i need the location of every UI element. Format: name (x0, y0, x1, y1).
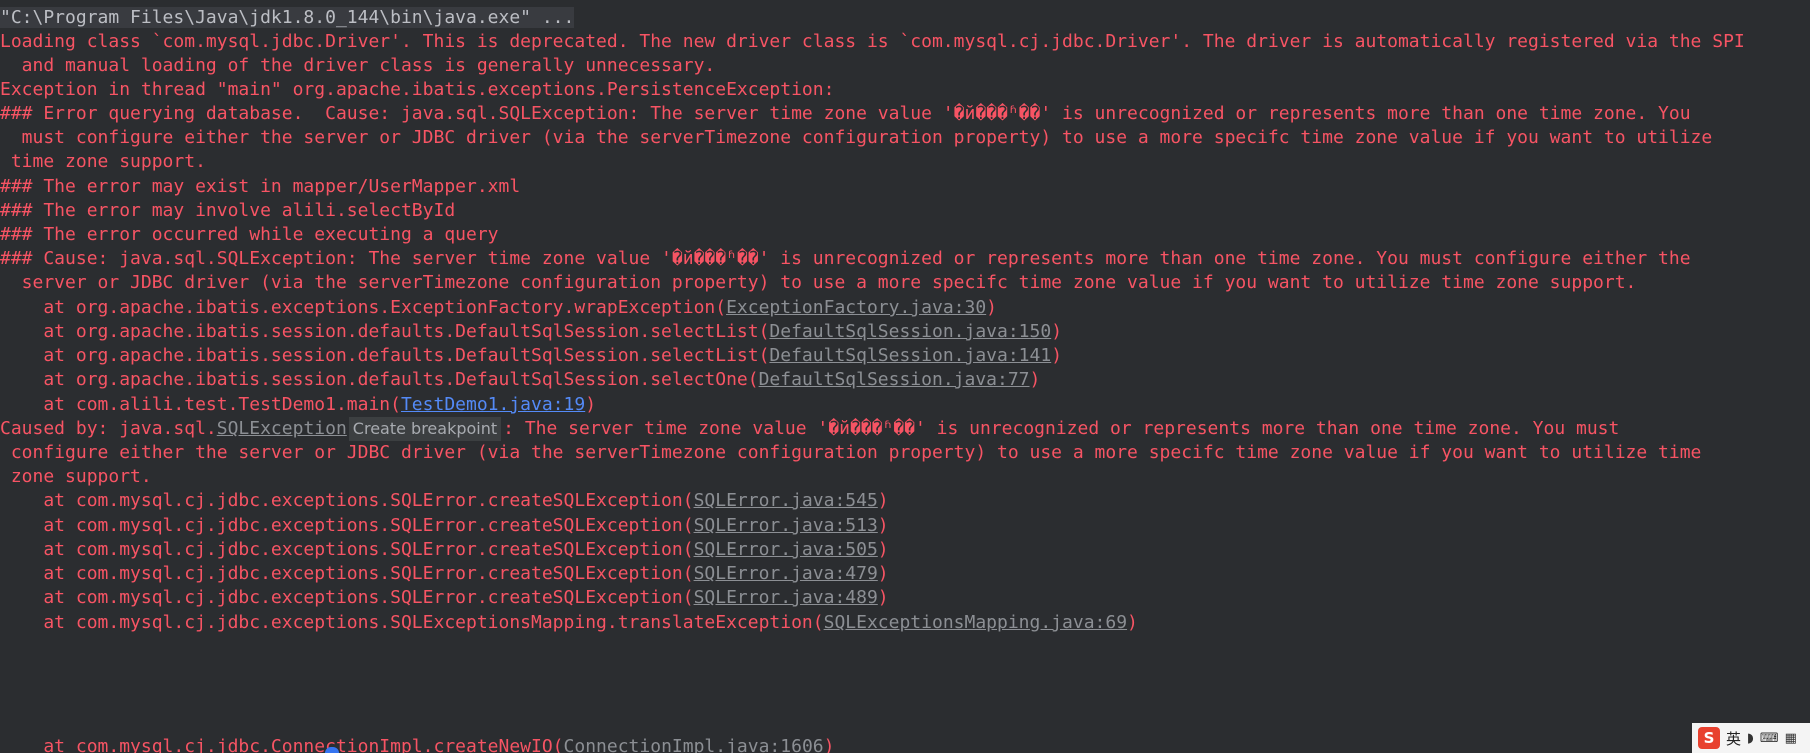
stack-frame: at com.mysql.cj.jdbc.ConnectionImpl.crea… (0, 733, 834, 753)
stack-frame-text: at com.mysql.cj.jdbc.exceptions.SQLError… (0, 490, 694, 511)
close-paren: ) (823, 736, 835, 753)
console-line: server or JDBC driver (via the serverTim… (0, 272, 1637, 293)
source-link[interactable]: SQLError.java:545 (694, 490, 878, 511)
source-link[interactable]: SQLError.java:513 (694, 515, 878, 536)
console-line: time zone support. (0, 151, 206, 172)
source-link[interactable]: ConnectionImpl.java:1606 (564, 736, 824, 753)
close-paren: ) (877, 563, 889, 584)
close-paren: ) (1127, 612, 1138, 633)
close-paren: ) (1051, 345, 1063, 366)
close-paren: ) (585, 394, 597, 415)
source-link[interactable]: SQLError.java:505 (694, 539, 878, 560)
exception-class-link[interactable]: SQLException (217, 418, 347, 439)
stack-frame-text: at com.mysql.cj.jdbc.exceptions.SQLError… (0, 515, 694, 536)
stack-frame-text: at org.apache.ibatis.exceptions.Exceptio… (0, 297, 727, 318)
close-paren: ) (877, 587, 889, 608)
stack-frame-text: at org.apache.ibatis.session.defaults.De… (0, 345, 770, 366)
source-link[interactable]: SQLExceptionsMapping.java:69 (824, 612, 1127, 633)
moon-punct-icon[interactable]: ◗ (1747, 731, 1754, 746)
caused-by-prefix: Caused by: java.sql. (0, 418, 217, 439)
source-link[interactable]: DefaultSqlSession.java:77 (759, 369, 1030, 390)
caused-by-message: : The server time zone value '�й���ʱ��' … (503, 418, 1620, 439)
source-link[interactable]: SQLError.java:479 (694, 563, 878, 584)
source-link[interactable]: SQLError.java:489 (694, 587, 878, 608)
source-link[interactable]: DefaultSqlSession.java:141 (769, 345, 1051, 366)
ime-toolbar[interactable]: S 英 ◗ ⌨ ▦ (1692, 723, 1810, 753)
close-paren: ) (877, 539, 889, 560)
ime-language-toggle[interactable]: 英 (1726, 728, 1741, 749)
sogou-logo-icon[interactable]: S (1698, 727, 1720, 749)
stack-frame: at com.mysql.cj.jdbc.exceptions.SQLError… (0, 584, 889, 612)
grid-icon[interactable]: ▦ (1785, 731, 1797, 746)
console-line: configure either the server or JDBC driv… (0, 442, 1702, 463)
console-line: must configure either the server or JDBC… (0, 127, 1713, 148)
stack-frame-text: at com.mysql.cj.jdbc.exceptions.SQLError… (0, 539, 694, 560)
stack-frame-text: at org.apache.ibatis.session.defaults.De… (0, 369, 759, 390)
stack-frame-text: at com.mysql.cj.jdbc.exceptions.SQLError… (0, 563, 694, 584)
close-paren: ) (877, 515, 889, 536)
stack-frame: at com.mysql.cj.jdbc.exceptions.SQLExcep… (0, 609, 1138, 637)
source-link[interactable]: ExceptionFactory.java:30 (726, 297, 986, 318)
source-link[interactable]: TestDemo1.java:19 (401, 394, 585, 415)
stack-frame: at com.mysql.cj.jdbc.exceptions.SQLError… (0, 487, 889, 515)
stack-frame-text: at com.alili.test.TestDemo1.main( (0, 394, 401, 415)
scroll-indicator (325, 747, 339, 753)
source-link[interactable]: DefaultSqlSession.java:150 (769, 321, 1051, 342)
keyboard-icon[interactable]: ⌨ (1760, 731, 1779, 746)
create-breakpoint-tooltip[interactable]: Create breakpoint (348, 417, 502, 441)
command-text[interactable]: "C:\Program Files\Java\jdk1.8.0_144\bin\… (0, 7, 575, 28)
stack-frame-text: at com.mysql.cj.jdbc.ConnectionImpl.crea… (0, 736, 564, 753)
close-paren: ) (1029, 369, 1041, 390)
stack-frame: at org.apache.ibatis.session.defaults.De… (0, 366, 1040, 394)
close-paren: ) (1051, 321, 1063, 342)
stack-frame-text: at com.mysql.cj.jdbc.exceptions.SQLError… (0, 587, 694, 608)
run-console-output[interactable]: "C:\Program Files\Java\jdk1.8.0_144\bin\… (0, 0, 1810, 753)
stack-frame-text: at com.mysql.cj.jdbc.exceptions.SQLExcep… (0, 612, 824, 633)
close-paren: ) (986, 297, 998, 318)
stack-frame-text: at org.apache.ibatis.session.defaults.De… (0, 321, 770, 342)
close-paren: ) (877, 490, 889, 511)
